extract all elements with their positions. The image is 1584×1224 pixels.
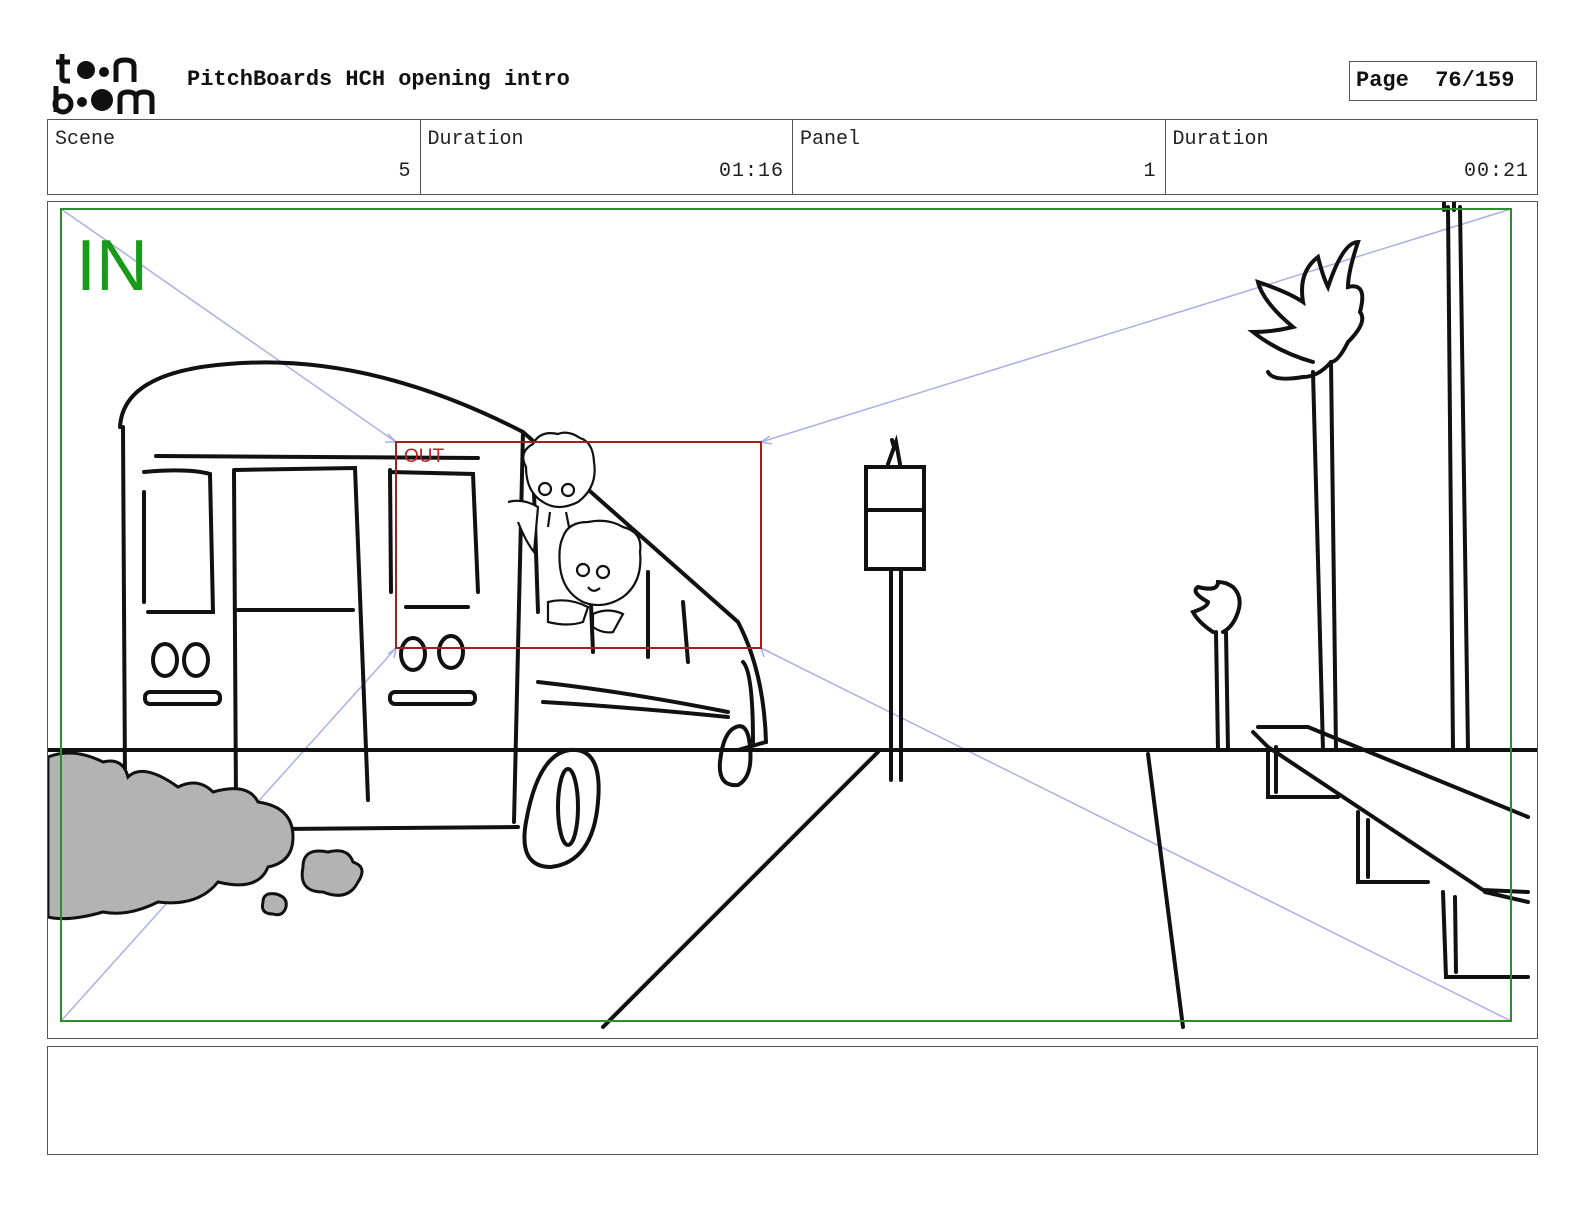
- scene-info-table: Scene 5 Duration 01:16 Panel 1 Duration …: [47, 119, 1538, 195]
- scene-label: Scene: [55, 128, 116, 151]
- toon-boom-logo: toon: [52, 54, 155, 115]
- scene-duration-value: 01:16: [718, 160, 784, 183]
- page-indicator: Page 76/159: [1349, 61, 1537, 101]
- panel-label: Panel: [800, 128, 861, 151]
- out-frame-label: OUT: [404, 446, 445, 467]
- scene-duration-cell: Duration 01:16: [421, 120, 793, 194]
- page-label: Page: [1356, 68, 1409, 93]
- storyboard-panel: IN OUT: [47, 201, 1538, 1039]
- panel-cell: Panel 1: [793, 120, 1166, 194]
- panel-duration-value: 00:21: [1463, 160, 1529, 183]
- scene-duration-label: Duration: [427, 128, 524, 151]
- in-frame-label: IN: [76, 226, 148, 306]
- panel-notes-box: [47, 1046, 1538, 1155]
- exhaust-smoke: [48, 751, 364, 921]
- scene-value: 5: [398, 160, 412, 183]
- kids-in-window: [507, 431, 642, 634]
- scene-cell: Scene 5: [48, 120, 421, 194]
- panel-duration-cell: Duration 00:21: [1166, 120, 1538, 194]
- project-title: PitchBoards HCH opening intro: [187, 67, 570, 92]
- panel-duration-label: Duration: [1172, 128, 1269, 151]
- panel-value: 1: [1143, 160, 1157, 183]
- page-number: 76/159: [1435, 68, 1515, 93]
- panel-drawing: [48, 202, 1537, 1029]
